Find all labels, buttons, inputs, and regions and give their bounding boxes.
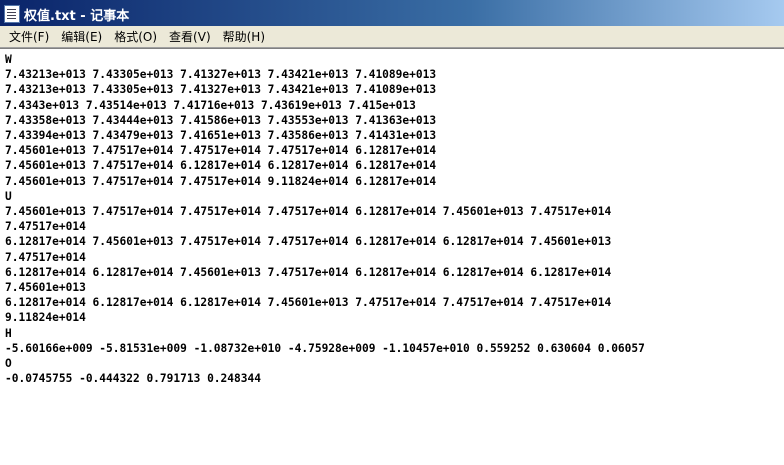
text-line: -0.0745755 -0.444322 0.791713 0.248344 bbox=[5, 372, 261, 386]
text-line: 7.45601e+013 bbox=[5, 281, 86, 295]
text-line: 7.45601e+013 7.47517e+014 7.47517e+014 7… bbox=[5, 144, 437, 158]
text-line: 7.47517e+014 bbox=[5, 250, 86, 264]
text-line: W bbox=[5, 53, 12, 66]
text-line: 7.43358e+013 7.43444e+013 7.41586e+013 7… bbox=[5, 113, 437, 127]
menu-bar: 文件(F) 编辑(E) 格式(O) 查看(V) 帮助(H) bbox=[0, 26, 784, 48]
menu-format[interactable]: 格式(O) bbox=[108, 28, 163, 45]
text-line: 7.43213e+013 7.43305e+013 7.41327e+013 7… bbox=[5, 68, 437, 82]
text-line: 7.45601e+013 7.47517e+014 7.47517e+014 9… bbox=[5, 174, 437, 188]
text-line: -5.60166e+009 -5.81531e+009 -1.08732e+01… bbox=[5, 341, 645, 355]
text-line: H bbox=[5, 326, 12, 340]
menu-help[interactable]: 帮助(H) bbox=[217, 28, 271, 45]
document-text[interactable]: W 7.43213e+013 7.43305e+013 7.41327e+013… bbox=[5, 52, 645, 386]
text-line: 6.12817e+014 6.12817e+014 7.45601e+013 7… bbox=[5, 265, 612, 279]
text-line: 6.12817e+014 6.12817e+014 6.12817e+014 7… bbox=[5, 296, 612, 310]
notepad-icon[interactable] bbox=[4, 5, 20, 23]
menu-file[interactable]: 文件(F) bbox=[0, 28, 55, 45]
text-line: 7.45601e+013 7.47517e+014 7.47517e+014 7… bbox=[5, 205, 612, 219]
window-title: 权值.txt - 记事本 bbox=[24, 9, 130, 24]
text-line: 7.45601e+013 7.47517e+014 6.12817e+014 6… bbox=[5, 159, 437, 173]
text-line: 9.11824e+014 bbox=[5, 311, 86, 325]
title-bar[interactable]: 权值.txt - 记事本 bbox=[0, 0, 784, 26]
notepad-window: 权值.txt - 记事本 文件(F) 编辑(E) 格式(O) 查看(V) 帮助(… bbox=[0, 0, 784, 465]
text-line: 7.43213e+013 7.43305e+013 7.41327e+013 7… bbox=[5, 83, 437, 97]
text-line: 6.12817e+014 7.45601e+013 7.47517e+014 7… bbox=[5, 235, 612, 249]
menu-view[interactable]: 查看(V) bbox=[163, 28, 217, 45]
text-line: 7.47517e+014 bbox=[5, 220, 86, 234]
text-line: 7.4343e+013 7.43514e+013 7.41716e+013 7.… bbox=[5, 98, 416, 112]
menu-edit[interactable]: 编辑(E) bbox=[55, 28, 108, 45]
text-line: O bbox=[5, 357, 12, 371]
text-line: U bbox=[5, 189, 12, 203]
text-editor-area[interactable]: W 7.43213e+013 7.43305e+013 7.41327e+013… bbox=[0, 48, 784, 465]
text-line: 7.43394e+013 7.43479e+013 7.41651e+013 7… bbox=[5, 129, 437, 143]
